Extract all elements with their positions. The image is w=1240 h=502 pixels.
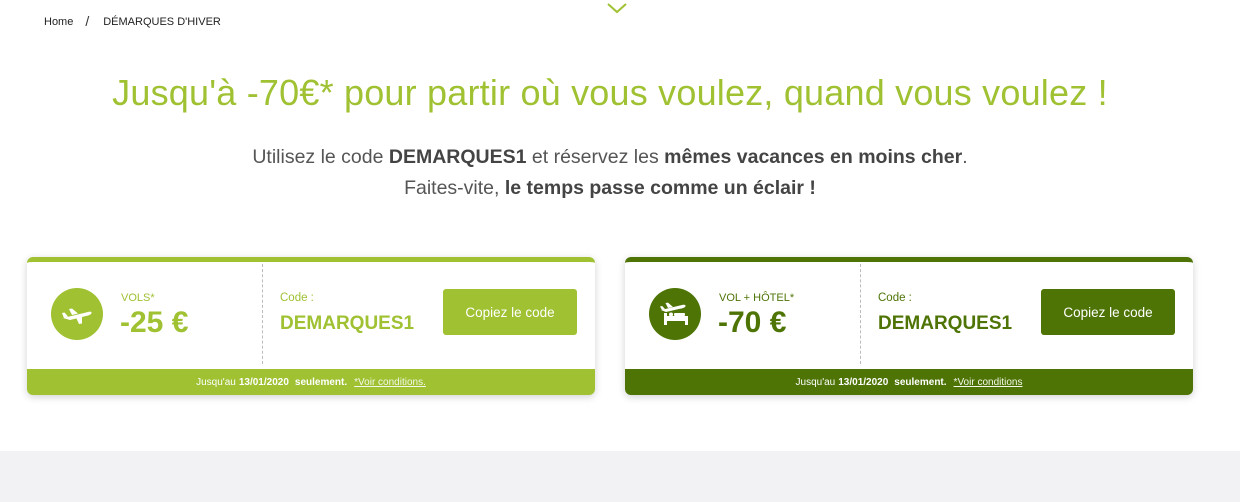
- footer-text-bold: seulement.: [294, 376, 348, 388]
- subtitle-emphasis: mêmes vacances en moins cher: [664, 146, 963, 168]
- chevron-down-icon[interactable]: [606, 0, 628, 16]
- subtitle-text: et réservez les: [526, 146, 665, 168]
- code-label: Code :: [878, 292, 912, 304]
- footer-text: Jusqu'au: [795, 376, 836, 388]
- discount-amount: -25 €: [120, 306, 189, 339]
- offer-footer: Jusqu'au 13/01/2020 seulement. *Voir con…: [27, 369, 595, 395]
- breadcrumb-home-link[interactable]: Home: [44, 16, 73, 28]
- footer-date: 13/01/2020: [238, 376, 289, 388]
- discount-amount: -70 €: [718, 306, 787, 339]
- plane-icon: [51, 288, 103, 340]
- divider: [860, 264, 861, 364]
- offer-footer: Jusqu'au 13/01/2020 seulement. *Voir con…: [625, 369, 1193, 395]
- breadcrumb: Home / DÉMARQUES D'HIVER: [44, 13, 221, 30]
- promo-code: DEMARQUES1: [878, 313, 1013, 334]
- promo-card-flight-hotel: VOL + HÔTEL* -70 € Code : DEMARQUES1 Cop…: [625, 257, 1193, 395]
- conditions-link[interactable]: *Voir conditions.: [354, 377, 426, 388]
- divider: [262, 264, 263, 364]
- promo-code: DEMARQUES1: [280, 313, 415, 334]
- copy-code-button[interactable]: Copiez le code: [1041, 289, 1175, 335]
- subtitle-line-1: Utilisez le code DEMARQUES1 et réservez …: [0, 146, 1220, 169]
- subtitle-text: Faites-vite,: [404, 177, 505, 199]
- offer-type-label: VOL + HÔTEL*: [719, 292, 795, 304]
- bottom-band: [0, 451, 1240, 502]
- copy-code-button[interactable]: Copiez le code: [443, 289, 577, 335]
- promo-card-flights: VOLS* -25 € Code : DEMARQUES1 Copiez le …: [27, 257, 595, 395]
- footer-text-bold: seulement.: [894, 376, 947, 388]
- promo-code-inline: DEMARQUES1: [388, 146, 527, 168]
- page: Home / DÉMARQUES D'HIVER Jusqu'à -70€* p…: [0, 0, 1240, 502]
- conditions-link[interactable]: *Voir conditions: [954, 377, 1023, 388]
- breadcrumb-separator: /: [85, 13, 90, 29]
- footer-text: Jusqu'au: [196, 376, 236, 388]
- code-label: Code :: [280, 292, 314, 304]
- offer-type-label: VOLS*: [121, 292, 155, 304]
- footer-date: 13/01/2020: [838, 376, 889, 388]
- subtitle-text: .: [962, 146, 968, 168]
- breadcrumb-current: DÉMARQUES D'HIVER: [103, 16, 221, 28]
- subtitle-emphasis: le temps passe comme un éclair !: [504, 177, 816, 199]
- subtitle-text: Utilisez le code: [252, 146, 389, 168]
- page-title: Jusqu'à -70€* pour partir où vous voulez…: [112, 72, 1108, 113]
- subtitle-line-2: Faites-vite, le temps passe comme un écl…: [0, 177, 1220, 200]
- plane-bed-icon: [649, 288, 701, 340]
